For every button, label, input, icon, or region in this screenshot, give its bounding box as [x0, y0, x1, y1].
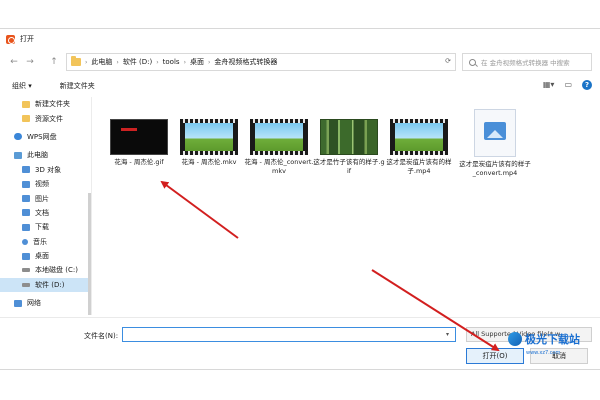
watermark: 极光下载站 [508, 326, 598, 352]
window-title: 打开 [20, 35, 34, 43]
search-placeholder: 在 金舟视频格式转换器 中搜索 [481, 59, 570, 67]
gif-thumbnail [110, 119, 168, 155]
watermark-url: www.xz7.com [526, 350, 561, 356]
preview-pane-icon[interactable]: ▭ [564, 80, 572, 90]
file-item[interactable]: 花海 - 周杰伦_convert.mkv [243, 109, 315, 176]
forward-arrow-icon[interactable]: → [24, 55, 36, 69]
search-box[interactable]: 在 金舟视频格式转换器 中搜索 [462, 53, 592, 71]
watermark-text: 极光下载站 [525, 333, 580, 346]
file-item[interactable]: 花海 - 周杰伦.mkv [173, 109, 245, 167]
watermark-logo-icon [508, 332, 522, 346]
file-item[interactable]: 花海 - 周杰伦.gif [103, 109, 175, 167]
cloud-icon [14, 133, 22, 141]
file-name: 花海 - 周杰伦_convert.mkv [244, 158, 314, 175]
video-icon [22, 180, 30, 188]
filename-label: 文件名(N): [84, 332, 119, 340]
sidebar-item-wps-cloud[interactable]: WPS网盘 [0, 130, 91, 144]
music-icon [22, 238, 28, 245]
sidebar-item-local-disk-c[interactable]: 本地磁盘 (C:) [0, 263, 91, 277]
title-bar: 打开 [0, 29, 600, 49]
breadcrumb-item[interactable]: tools [163, 58, 180, 66]
sidebar-item-new-folder[interactable]: 新建文件夹 [0, 97, 91, 111]
breadcrumb-item[interactable]: 桌面 [190, 57, 204, 67]
filename-input[interactable] [122, 327, 456, 342]
gif-thumbnail [320, 119, 378, 155]
file-name: 这才是炭疽片该有的样子_convert.mp4 [459, 160, 531, 177]
video-thumbnail [390, 119, 448, 155]
search-icon [469, 58, 476, 66]
sidebar-item-documents[interactable]: 文档 [0, 206, 91, 220]
sidebar-item-software-d[interactable]: 软件 (D:) [0, 277, 91, 293]
refresh-icon[interactable]: ⟳ [445, 57, 451, 65]
picture-icon [22, 195, 30, 203]
new-folder-button[interactable]: 新建文件夹 [60, 81, 95, 91]
folder-icon [22, 115, 30, 123]
file-item[interactable]: 这才是竹子该有的样子.gif [313, 109, 385, 176]
cube-icon [22, 166, 30, 174]
address-row: ← → ↑ › 此电脑 › 软件 (D:) › tools › 桌面 › 金舟视… [0, 51, 600, 73]
drive-icon [22, 282, 30, 287]
file-name: 花海 - 周杰伦.mkv [181, 158, 237, 166]
sidebar-item-this-pc[interactable]: 此电脑 [0, 148, 91, 162]
file-item[interactable]: 这才是炭疽片该有的样子.mp4 [383, 109, 455, 176]
file-name: 这才是竹子该有的样子.gif [313, 158, 385, 175]
sidebar-item-resources[interactable]: 资源文件 [0, 111, 91, 125]
network-icon [14, 299, 22, 307]
sidebar-item-3d-objects[interactable]: 3D 对象 [0, 163, 91, 177]
up-arrow-icon[interactable]: ↑ [48, 55, 60, 69]
computer-icon [14, 151, 22, 159]
breadcrumb-item[interactable]: 软件 (D:) [123, 57, 152, 67]
image-file-icon [474, 109, 516, 157]
document-icon [22, 209, 30, 217]
help-icon[interactable]: ? [582, 80, 592, 90]
video-thumbnail [180, 119, 238, 155]
folder-icon [22, 100, 30, 108]
sidebar-item-pictures[interactable]: 图片 [0, 191, 91, 205]
back-arrow-icon[interactable]: ← [8, 55, 20, 69]
address-bar[interactable]: › 此电脑 › 软件 (D:) › tools › 桌面 › 金舟视频格式转换器… [66, 53, 456, 71]
file-item[interactable]: 这才是炭疽片该有的样子_convert.mp4 [459, 109, 531, 178]
app-icon [6, 34, 15, 44]
breadcrumb-item[interactable]: 此电脑 [91, 57, 112, 67]
sidebar-item-music[interactable]: 音乐 [0, 235, 91, 249]
folder-icon [71, 56, 81, 66]
command-toolbar: 组织 ▾ 新建文件夹 ▦▾ ▭ ? [0, 77, 600, 95]
file-list: 花海 - 周杰伦.gif 花海 - 周杰伦.mkv 花海 - 周杰伦_conve… [95, 97, 600, 315]
sidebar-scrollbar[interactable] [88, 193, 91, 315]
file-name: 这才是炭疽片该有的样子.mp4 [386, 158, 452, 175]
chevron-down-icon[interactable]: ▾ [446, 331, 449, 338]
file-name: 花海 - 周杰伦.gif [114, 158, 164, 166]
sidebar-item-downloads[interactable]: 下载 [0, 220, 91, 234]
breadcrumb-item[interactable]: 金舟视频格式转换器 [214, 57, 277, 67]
sidebar-item-videos[interactable]: 视频 [0, 177, 91, 191]
desktop-icon [22, 252, 30, 260]
sidebar-item-network[interactable]: 网络 [0, 296, 91, 310]
video-thumbnail [250, 119, 308, 155]
open-file-dialog: 打开 ← → ↑ › 此电脑 › 软件 (D:) › tools › 桌面 › … [0, 28, 600, 370]
download-icon [22, 223, 30, 231]
navigation-pane: 新建文件夹 资源文件 WPS网盘 此电脑 3D 对象 视频 图片 文档 下载 音… [0, 97, 92, 315]
sidebar-item-desktop[interactable]: 桌面 [0, 249, 91, 263]
drive-icon [22, 268, 30, 273]
organize-button[interactable]: 组织 ▾ [12, 81, 32, 91]
view-options-icon[interactable]: ▦▾ [543, 80, 555, 90]
